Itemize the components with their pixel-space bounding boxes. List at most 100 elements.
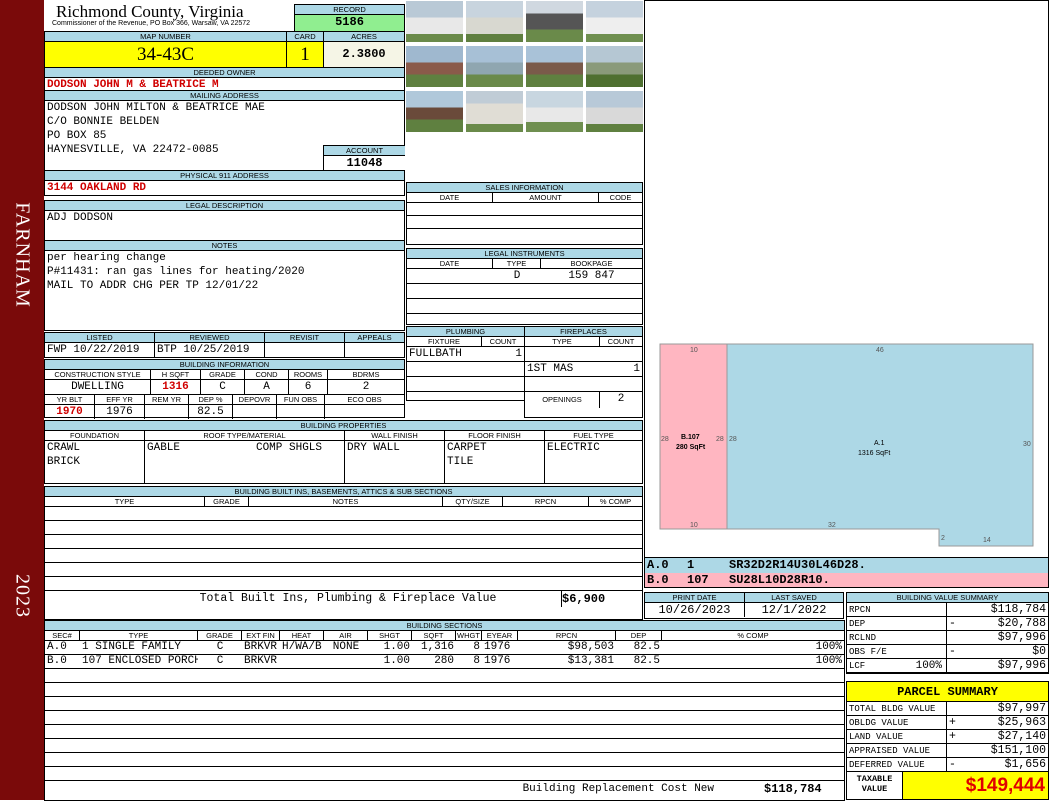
summary-value-cell: - $0 [947, 645, 1048, 658]
photo[interactable] [465, 90, 524, 133]
legal-description: LEGAL DESCRIPTION ADJ DODSON [44, 200, 405, 241]
taxable-label: TAXABLE VALUE [847, 772, 903, 799]
section-header: SEC# [45, 631, 80, 640]
summary-label: DEFERRED VALUE [847, 758, 947, 771]
photo[interactable] [525, 45, 584, 88]
vector-sec: B.0 [647, 573, 669, 587]
fireplaces: FIREPLACES TYPE COUNT 1ST MAS 1 OPENINGS 2 [524, 326, 643, 418]
summary-label-text: OBS F/E [849, 647, 887, 657]
note-line: P#11431: ran gas lines for heating/2020 [47, 266, 305, 278]
photo[interactable] [405, 45, 464, 88]
summary-label-text: RPCN [849, 605, 871, 615]
section-cell: B.0 [47, 655, 67, 667]
sales-information: SALES INFORMATION DATE AMOUNT CODE [406, 182, 643, 245]
dim-left-b: 28 [661, 436, 669, 443]
instr-header: TYPE [493, 259, 541, 268]
review-dates: LISTED REVIEWED REVISIT APPEALS FWP 10/22/2… [44, 332, 405, 358]
vector-row-a: A.0 1 SR32D2R14U30L46D28. [645, 558, 1048, 573]
photo[interactable] [525, 90, 584, 133]
builtin-header: NOTES [249, 497, 443, 506]
plumbing-label: PLUMBING [407, 327, 524, 337]
building-info-label: BUILDING INFORMATION [45, 360, 404, 370]
summary-sign: + [949, 716, 956, 729]
photo[interactable] [405, 0, 464, 43]
summary-label-text: RCLND [849, 633, 877, 643]
section-cell: 100% [815, 641, 842, 653]
section-cell [324, 655, 368, 668]
section-header: RPCN [518, 631, 616, 640]
summary-value-cell: - $20,788 [947, 617, 1048, 630]
bi-header: EFF YR [95, 395, 145, 404]
card-number: 1 [287, 42, 324, 67]
summary-label: OBLDG VALUE [847, 716, 947, 729]
photo[interactable] [465, 0, 524, 43]
summary-label-text: OBLDG VALUE [849, 718, 909, 728]
instr-type: D [513, 270, 521, 282]
section-cell: 8 [473, 655, 480, 667]
section-cell: 1,316 [420, 641, 454, 653]
summary-row: APPRAISED VALUE $151,100 [847, 744, 1048, 758]
building-properties: BUILDING PROPERTIES FOUNDATION ROOF TYPE/… [44, 420, 643, 484]
dim-top-a: 46 [876, 347, 884, 354]
record-box: RECORD 5186 [294, 4, 405, 32]
note-line: MAIL TO ADDR CHG PER TP 12/01/22 [47, 280, 259, 292]
summary-label: RCLND [847, 631, 947, 644]
condition: A [245, 380, 289, 394]
summary-sign: - [949, 758, 956, 771]
dep-override [233, 405, 277, 419]
section-cell: 8 [473, 641, 480, 653]
floor-finish: TILE [447, 456, 474, 468]
photo[interactable] [585, 45, 644, 88]
building-sketch[interactable]: 10 46 28 28 28 30 10 32 2 14 B.107 280 S… [644, 0, 1049, 558]
photo[interactable] [585, 90, 644, 133]
legal-instruments: LEGAL INSTRUMENTS DATE TYPE BOOKPAGE D 159 … [406, 248, 643, 325]
dim-mid-right: 28 [729, 436, 737, 443]
section-cell: 1976 [484, 641, 511, 653]
effective-year: 1976 [95, 405, 145, 419]
acres: 2.3800 [324, 42, 404, 67]
section-cell: 82.5 [633, 655, 660, 667]
deeded-owner: DEEDED OWNER DODSON JOHN M & BEATRICE M [44, 67, 405, 91]
last-saved-label: LAST SAVED [771, 593, 817, 602]
section-header: DEP [616, 631, 662, 640]
sketch-drawing: 10 46 28 28 28 30 10 32 2 14 B.107 280 S… [659, 343, 1034, 547]
physical-address-value: 3144 OAKLAND RD [47, 182, 147, 194]
print-date: 10/26/2023 [645, 603, 745, 617]
dim-top-b: 10 [690, 347, 698, 354]
summary-row: DEFERRED VALUE - $1,656 [847, 758, 1048, 772]
fixture-count: 1 [515, 348, 522, 360]
year-built: 1970 [45, 405, 95, 419]
listed-value: FWP 10/22/2019 [45, 343, 155, 357]
county-subtitle: Commissioner of the Revenue, PO Box 366,… [52, 20, 251, 27]
fireplace-header: COUNT [607, 337, 635, 346]
photo[interactable] [405, 90, 464, 133]
bi-header: REM YR [145, 395, 189, 404]
summary-value-cell: $97,996 [947, 659, 1048, 672]
photo[interactable] [585, 0, 644, 43]
section-cell: 1976 [484, 655, 511, 667]
summary-label-text: DEFERRED VALUE [849, 760, 925, 770]
sales-header: AMOUNT [493, 193, 599, 202]
photo[interactable] [525, 0, 584, 43]
roof-type: GABLE [147, 442, 181, 454]
section-header: TYPE [80, 631, 198, 640]
construction-style: DWELLING [45, 380, 151, 394]
summary-label: DEP [847, 617, 947, 630]
builtins-label: BUILDING BUILT INS, BASEMENTS, ATTICS & … [45, 487, 642, 497]
instr-header: DATE [407, 259, 493, 268]
summary-value-cell: $97,997 [947, 702, 1048, 715]
summary-sign: - [949, 645, 956, 658]
section-header: GRADE [198, 631, 242, 640]
section-cell: NONE [332, 641, 360, 653]
section-header: SQFT [412, 631, 456, 640]
summary-value-cell: $97,996 [947, 631, 1048, 644]
grade: C [201, 380, 245, 394]
district-name: FARNHAM [11, 202, 34, 308]
revisit-value [265, 343, 345, 357]
economic-obs [325, 405, 404, 419]
section-a-label: A.1 [874, 440, 885, 447]
photo[interactable] [465, 45, 524, 88]
rooms: 6 [289, 380, 328, 394]
building-information: BUILDING INFORMATION CONSTRUCTION STYLE H… [44, 359, 405, 419]
section-cell: C [216, 655, 224, 667]
